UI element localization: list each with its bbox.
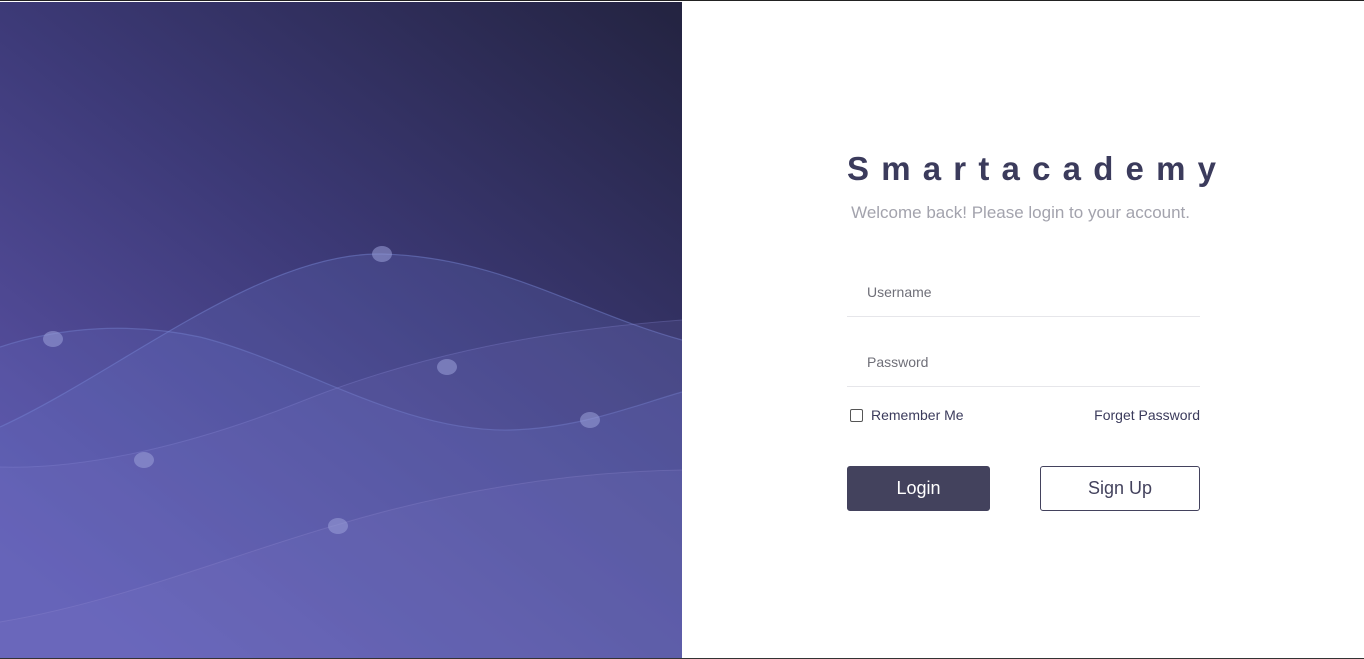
hero-illustration xyxy=(0,2,682,659)
forget-password-link[interactable]: Forget Password xyxy=(1094,407,1200,423)
remember-me-checkbox[interactable] xyxy=(850,408,863,422)
login-button[interactable]: Login xyxy=(847,466,990,511)
sign-up-button[interactable]: Sign Up xyxy=(1040,466,1200,511)
remember-me-label: Remember Me xyxy=(871,407,964,423)
welcome-subtitle: Welcome back! Please login to your accou… xyxy=(851,203,1190,222)
login-page: Smartacademy Welcome back! Please login … xyxy=(0,0,1364,659)
remember-me[interactable]: Remember Me xyxy=(850,407,964,423)
username-input[interactable] xyxy=(847,267,1200,317)
hero-wave-graphic xyxy=(0,2,682,659)
brand-title: Smartacademy xyxy=(847,150,1229,187)
password-input[interactable] xyxy=(847,337,1200,387)
